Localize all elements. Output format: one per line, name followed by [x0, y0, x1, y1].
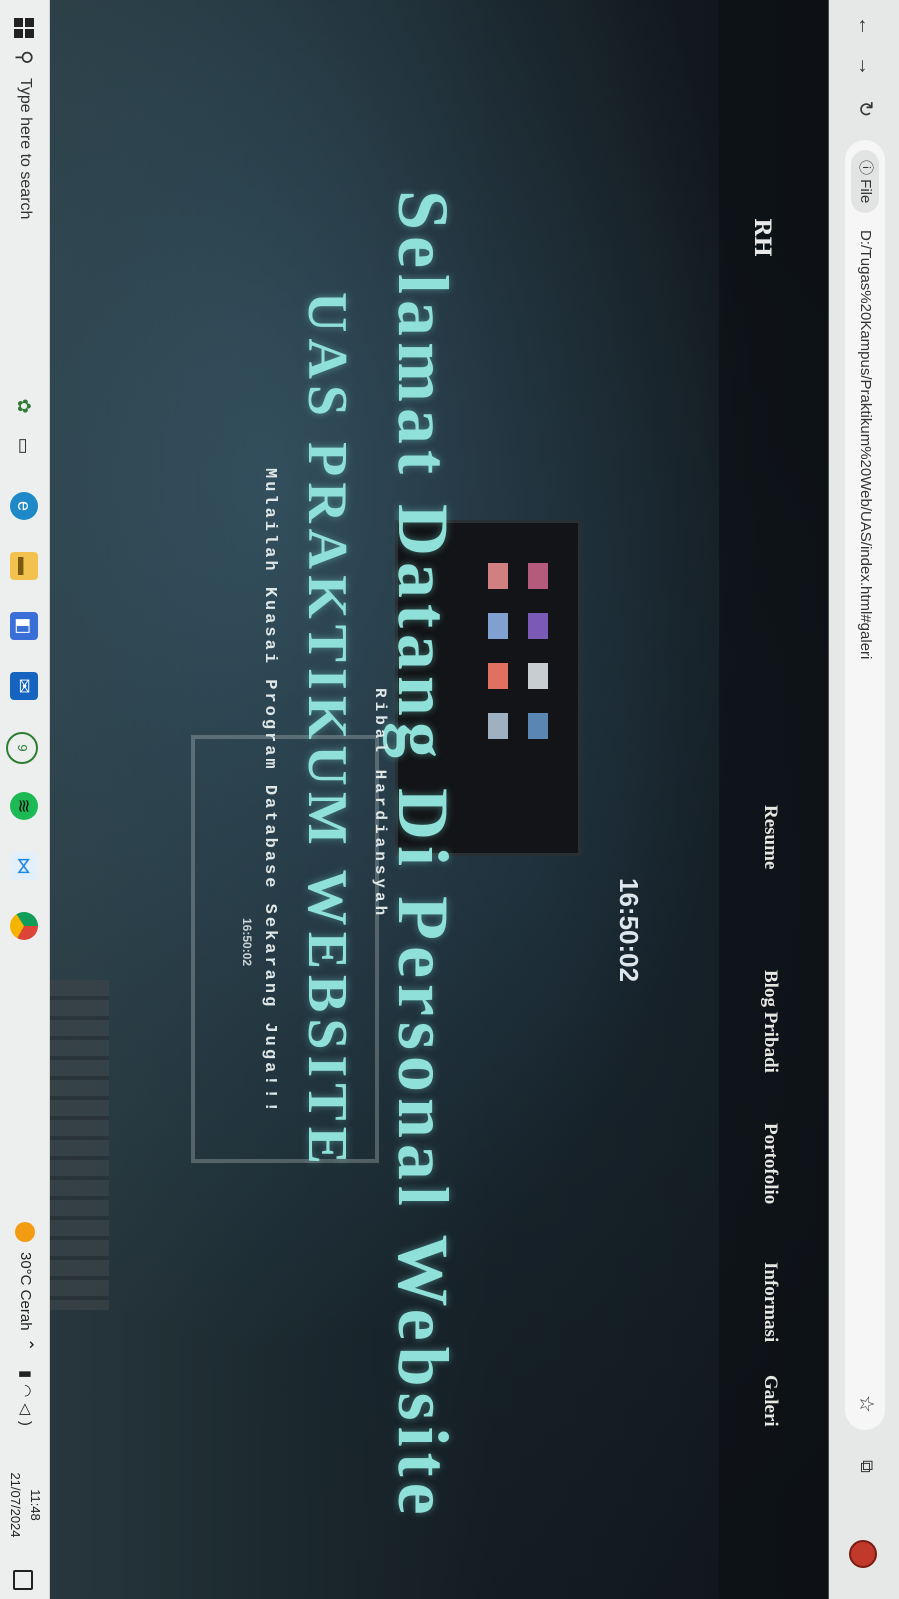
weather-text[interactable]: 30°C Cerah	[17, 1252, 34, 1331]
chrome-icon[interactable]	[10, 912, 38, 940]
notification-icon[interactable]	[13, 1570, 33, 1590]
whatsapp-badge: 9	[15, 744, 30, 752]
taskbar-date[interactable]: 21/07/2024	[8, 1465, 23, 1545]
taskbar-time[interactable]: 11:48	[28, 1465, 43, 1545]
system-tray[interactable]: ▮◠◁)	[17, 1370, 35, 1432]
weather-sun-icon[interactable]	[15, 1222, 35, 1242]
browser-toolbar: ← → ↻ ⓘ File D:/Tugas%20Kampus/Praktikum…	[828, 0, 899, 1599]
widgets-icon[interactable]: ✿	[10, 392, 38, 420]
search-icon: ⚲	[13, 50, 35, 65]
file-explorer-icon[interactable]: ▬	[10, 552, 38, 580]
vscode-icon[interactable]: ⋈	[10, 852, 38, 880]
screen: ← → ↻ ⓘ File D:/Tugas%20Kampus/Praktikum…	[0, 0, 899, 1599]
search-placeholder: Type here to search	[17, 78, 34, 220]
store-icon[interactable]: ◧	[10, 612, 38, 640]
volume-icon[interactable]: ◁)	[17, 1403, 34, 1432]
hero-title: Selamat Datang Di Personal Website	[383, 190, 463, 1521]
bookmark-star-icon[interactable]: ☆	[854, 1395, 879, 1413]
taskbar-search[interactable]: ⚲ Type here to search	[0, 50, 49, 370]
start-button[interactable]	[14, 18, 34, 38]
arrow-right-icon: →	[854, 56, 876, 76]
whatsapp-icon[interactable]: 9	[6, 732, 38, 764]
hero-subtitle: UAS PRAKTIKUM WEBSITE	[296, 292, 358, 1171]
profile-avatar[interactable]	[849, 1540, 877, 1568]
nav-link-portfolio[interactable]: Portofolio	[759, 1123, 781, 1204]
reload-icon: ↻	[854, 100, 876, 118]
url-text[interactable]: D:/Tugas%20Kampus/Praktikum%20Web/UAS/in…	[851, 230, 879, 659]
back-button[interactable]: ←	[851, 12, 879, 40]
hero-tagline: Mulailah Kuasai Program Database Sekaran…	[260, 468, 279, 1115]
hero-clock-large: 16:50:02	[614, 878, 644, 983]
wifi-icon[interactable]: ◠	[17, 1384, 34, 1403]
forward-button[interactable]: →	[851, 52, 879, 80]
arrow-left-icon: ←	[854, 16, 876, 36]
nav-link-blog[interactable]: Blog Pribadi	[759, 970, 781, 1073]
background-keyboard	[49, 980, 109, 1310]
hero-clock-small: 16:50:02	[240, 918, 254, 967]
site-info-button[interactable]: ⓘ File	[851, 150, 879, 214]
nav-link-information[interactable]: Informasi	[759, 1262, 781, 1342]
mail-icon[interactable]: ✉	[10, 672, 38, 700]
nav-link-resume[interactable]: Resume	[759, 805, 781, 869]
reload-button[interactable]: ↻	[851, 95, 879, 123]
edge-icon[interactable]: e	[10, 492, 38, 520]
battery-icon[interactable]: ▮	[17, 1370, 34, 1384]
taskbar: ⚲ Type here to search ✿ ▭ e ▬ ◧ ✉ 9 ≋ ⋈ …	[0, 0, 50, 1599]
spotify-icon[interactable]: ≋	[10, 792, 38, 820]
site-info-label: File	[857, 179, 874, 204]
hero-author: Ribal Hardiansyah	[371, 688, 389, 920]
task-view-icon[interactable]: ▭	[10, 432, 38, 460]
nav-link-gallery[interactable]: Galeri	[759, 1375, 781, 1427]
chevron-up-icon[interactable]: ⌃	[17, 1338, 37, 1351]
site-logo-icon[interactable]: RH	[749, 218, 775, 257]
extensions-icon[interactable]: ⧉	[856, 1460, 877, 1473]
info-icon: ⓘ	[857, 160, 874, 180]
